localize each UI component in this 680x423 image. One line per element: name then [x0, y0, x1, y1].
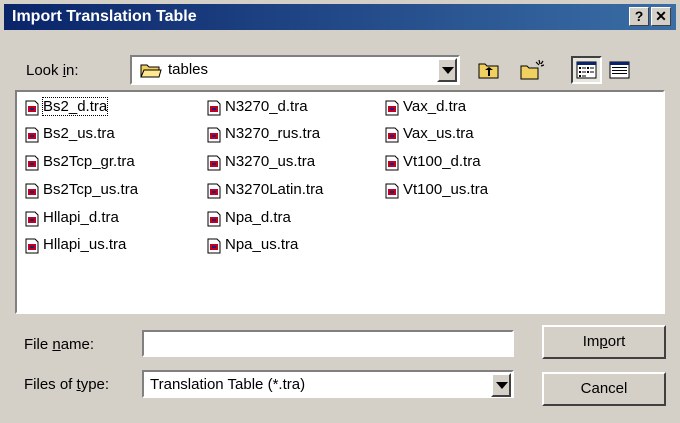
- translation-file-icon: [25, 238, 39, 254]
- translation-file-icon: [207, 211, 221, 227]
- look-in-dropdown-button[interactable]: [437, 58, 457, 82]
- translation-file-icon: [25, 127, 39, 143]
- file-list[interactable]: Bs2_d.tra Bs2_us.tra Bs2Tcp_gr.tra Bs2Tc…: [15, 90, 665, 314]
- translation-file-icon: [207, 100, 221, 116]
- title-bar[interactable]: Import Translation Table ? ✕: [4, 4, 676, 30]
- translation-file-icon: [385, 100, 399, 116]
- look-in-label: Look in:: [26, 62, 79, 79]
- translation-file-icon: [207, 155, 221, 171]
- files-of-type-label: Files of type:: [24, 376, 110, 393]
- translation-file-icon: [385, 183, 399, 199]
- import-translation-table-dialog: Import Translation Table ? ✕ Look in: ta…: [0, 0, 680, 423]
- up-one-level-icon: [478, 63, 499, 79]
- look-in-dropdown[interactable]: tables: [130, 55, 460, 85]
- details-view-icon: [609, 61, 630, 79]
- translation-file-icon: [207, 127, 221, 143]
- translation-file-icon: [25, 211, 39, 227]
- translation-file-icon: [25, 155, 39, 171]
- file-name-label: File name:: [24, 336, 95, 353]
- help-button[interactable]: ?: [629, 7, 649, 26]
- translation-file-icon: [207, 238, 221, 254]
- list-view-icon: [576, 61, 597, 79]
- create-new-folder-button[interactable]: [517, 56, 547, 84]
- translation-file-icon: [385, 155, 399, 171]
- list-view-button[interactable]: [571, 56, 602, 84]
- chevron-down-icon: [496, 382, 508, 389]
- close-button[interactable]: ✕: [651, 7, 671, 26]
- translation-file-icon: [207, 183, 221, 199]
- file-name-input[interactable]: [142, 330, 514, 357]
- up-one-level-button[interactable]: [474, 56, 504, 84]
- import-button[interactable]: Import: [542, 325, 666, 359]
- files-of-type-dropdown[interactable]: Translation Table (*.tra): [142, 370, 514, 398]
- translation-file-icon: [25, 183, 39, 199]
- translation-file-icon: [25, 100, 39, 116]
- files-of-type-dropdown-button[interactable]: [491, 373, 511, 397]
- cancel-button[interactable]: Cancel: [542, 372, 666, 406]
- files-of-type-value: Translation Table (*.tra): [150, 376, 306, 393]
- new-folder-icon: [520, 59, 545, 80]
- chevron-down-icon: [442, 67, 454, 74]
- folder-icon: [140, 64, 162, 78]
- look-in-value: tables: [168, 61, 209, 78]
- translation-file-icon: [385, 127, 399, 143]
- details-view-button[interactable]: [605, 56, 635, 84]
- window-title: Import Translation Table: [12, 8, 197, 25]
